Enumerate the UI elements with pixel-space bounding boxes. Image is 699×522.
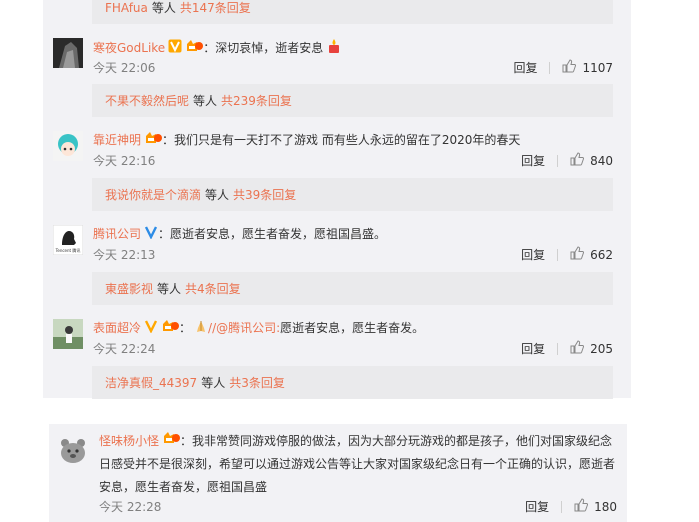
comment-actions: 回复 1107 bbox=[513, 59, 613, 77]
comment-text: ：深切哀悼，逝者安息 bbox=[203, 41, 324, 55]
thumbs-up-icon bbox=[570, 340, 590, 358]
like-count: 662 bbox=[590, 248, 613, 262]
comment-item: 怪味杨小怪 ：我非常赞同游戏停服的做法，因为大部分玩游戏的都是孩子，他们对国家级纪… bbox=[49, 424, 627, 522]
divider bbox=[557, 249, 559, 261]
reply-button[interactable]: 回复 bbox=[525, 499, 549, 515]
username-link[interactable]: 靠近神明 bbox=[93, 133, 141, 147]
like-count: 180 bbox=[594, 500, 617, 514]
avatar[interactable] bbox=[53, 38, 83, 68]
divider bbox=[557, 343, 559, 355]
comment-actions: 回复 180 bbox=[525, 498, 617, 516]
comment-time: 今天 22:13 bbox=[93, 248, 156, 262]
thumbs-up-icon bbox=[570, 246, 590, 264]
comment-text-prefix: ： bbox=[179, 321, 192, 335]
comment-actions: 回复 662 bbox=[521, 246, 613, 264]
vip-v-icon bbox=[144, 319, 158, 338]
praying-hands-emoji-icon bbox=[194, 319, 208, 338]
reply-users-link[interactable]: 我说你就是个滴滴 bbox=[105, 186, 201, 203]
reply-count-link[interactable]: 共239条回复 bbox=[221, 92, 292, 109]
divider bbox=[557, 155, 559, 167]
reply-count-link[interactable]: 共4条回复 bbox=[185, 280, 241, 297]
reply-count-link[interactable]: 共39条回复 bbox=[233, 186, 296, 203]
like-count: 205 bbox=[590, 342, 613, 356]
divider bbox=[561, 501, 563, 513]
like-count: 840 bbox=[590, 154, 613, 168]
thumbs-up-icon bbox=[562, 59, 582, 77]
comment-line: 表面超冷 ： //@腾讯公司:愿逝者安息，愿生者奋发。 bbox=[93, 319, 424, 337]
like-button[interactable]: 840 bbox=[570, 152, 613, 170]
like-count: 1107 bbox=[582, 61, 613, 75]
comment-time: 今天 22:06 bbox=[93, 61, 156, 75]
thumbs-up-icon bbox=[574, 498, 594, 516]
verified-blue-icon bbox=[144, 225, 158, 244]
comment-time: 今天 22:28 bbox=[99, 500, 162, 514]
reply-users-link[interactable]: FHAfua bbox=[105, 1, 148, 15]
reply-summary[interactable]: FHAfua 等人 共147条回复 bbox=[92, 0, 613, 24]
reply-count-link[interactable]: 共3条回复 bbox=[229, 374, 285, 391]
username-link[interactable]: 寒夜GodLike bbox=[93, 41, 165, 55]
username-link[interactable]: 表面超冷 bbox=[93, 321, 141, 335]
reply-button[interactable]: 回复 bbox=[521, 153, 545, 169]
like-button[interactable]: 205 bbox=[570, 340, 613, 358]
comment-line: 靠近神明 ：我们只是有一天打不了游戏 而有些人永远的留在了2020年的春天 bbox=[93, 131, 520, 149]
fan-badge-icon bbox=[185, 39, 204, 58]
comment-line: 腾讯公司 ：愿逝者安息，愿生者奋发，愿祖国昌盛。 bbox=[93, 225, 386, 243]
comment-actions: 回复 840 bbox=[521, 152, 613, 170]
avatar-caption: Tencent 腾讯 bbox=[55, 247, 81, 253]
comment-time: 今天 22:16 bbox=[93, 154, 156, 168]
reply-summary[interactable]: 不果不毅然后呢 等人 共239条回复 bbox=[92, 84, 613, 117]
username-link[interactable]: 怪味杨小怪 bbox=[99, 434, 159, 448]
comment-time: 今天 22:24 bbox=[93, 342, 156, 356]
reply-count-link[interactable]: 共147条回复 bbox=[180, 0, 251, 16]
reply-users-suffix: 等人 bbox=[201, 376, 226, 390]
divider bbox=[549, 62, 551, 74]
reply-users-link[interactable]: 洁净真假_44397 bbox=[105, 374, 197, 391]
reply-summary[interactable]: 洁净真假_44397 等人 共3条回复 bbox=[92, 366, 613, 399]
reply-summary[interactable]: 東盛影视 等人 共4条回复 bbox=[92, 272, 613, 305]
username-link[interactable]: 腾讯公司 bbox=[93, 227, 141, 241]
avatar[interactable] bbox=[53, 319, 83, 349]
comment-text: 愿逝者安息，愿生者奋发。 bbox=[280, 321, 425, 335]
fan-badge-icon bbox=[162, 430, 181, 453]
fan-badge-icon bbox=[144, 131, 163, 150]
reply-users-link[interactable]: 不果不毅然后呢 bbox=[105, 92, 189, 109]
like-button[interactable]: 1107 bbox=[562, 59, 613, 77]
reply-users-suffix: 等人 bbox=[157, 282, 182, 296]
vip-badge-icon bbox=[168, 39, 182, 58]
comment-text: ：愿逝者安息，愿生者奋发，愿祖国昌盛。 bbox=[158, 227, 387, 241]
avatar[interactable] bbox=[57, 434, 89, 466]
thumbs-up-icon bbox=[570, 152, 590, 170]
fan-badge-icon bbox=[161, 319, 180, 338]
comment-actions: 回复 205 bbox=[521, 340, 613, 358]
candle-emoji-icon bbox=[326, 38, 342, 59]
comment-line: 怪味杨小怪 ：我非常赞同游戏停服的做法，因为大部分玩游戏的都是孩子，他们对国家级纪… bbox=[99, 430, 617, 499]
reply-button[interactable]: 回复 bbox=[521, 341, 545, 357]
reply-button[interactable]: 回复 bbox=[513, 60, 537, 76]
reply-users-suffix: 等人 bbox=[151, 1, 176, 15]
mention-link[interactable]: //@腾讯公司: bbox=[208, 321, 280, 335]
comment-text: ：我们只是有一天打不了游戏 而有些人永远的留在了2020年的春天 bbox=[162, 133, 521, 147]
avatar[interactable] bbox=[53, 131, 83, 161]
reply-users-suffix: 等人 bbox=[193, 94, 218, 108]
reply-users-link[interactable]: 東盛影视 bbox=[105, 280, 153, 297]
avatar[interactable]: Tencent 腾讯 bbox=[53, 225, 83, 255]
like-button[interactable]: 662 bbox=[570, 246, 613, 264]
like-button[interactable]: 180 bbox=[574, 498, 617, 516]
comment-line: 寒夜GodLike ：深切哀悼，逝者安息 bbox=[93, 38, 342, 56]
reply-users-suffix: 等人 bbox=[205, 188, 230, 202]
reply-button[interactable]: 回复 bbox=[521, 247, 545, 263]
reply-summary[interactable]: 我说你就是个滴滴 等人 共39条回复 bbox=[92, 178, 613, 211]
